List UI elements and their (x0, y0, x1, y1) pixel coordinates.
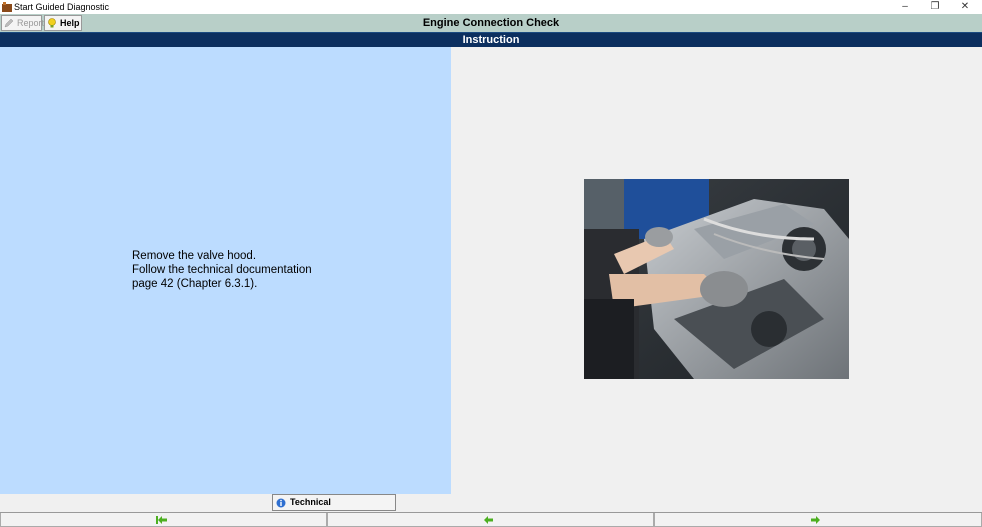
next-step-button[interactable] (654, 513, 982, 527)
window-titlebar: Start Guided Diagnostic – ❐ ✕ (0, 0, 982, 14)
image-panel (451, 47, 982, 494)
first-arrow-icon (156, 516, 167, 524)
minimize-icon[interactable]: – (890, 0, 920, 14)
help-button[interactable]: Help (44, 15, 82, 31)
lightbulb-icon (48, 18, 56, 28)
info-icon (276, 498, 286, 508)
left-arrow-icon (484, 516, 493, 524)
right-arrow-icon (811, 516, 820, 524)
technical-documentation-button[interactable]: Technical Documentation (272, 494, 396, 522)
restore-icon[interactable]: ❐ (920, 0, 950, 14)
help-button-label: Help (60, 18, 80, 28)
report-button-label: Report (17, 18, 45, 28)
instruction-panel: Remove the valve hood. Follow the techni… (0, 47, 451, 494)
instruction-text: Remove the valve hood. Follow the techni… (132, 250, 312, 290)
toolbar: Report Help (0, 14, 982, 32)
section-title: Instruction (0, 32, 982, 47)
app-icon (2, 2, 12, 12)
first-step-button[interactable] (0, 513, 327, 527)
engine-photo (584, 179, 849, 379)
previous-step-button[interactable] (327, 513, 654, 527)
navigation-bar (0, 512, 982, 527)
pencil-icon (4, 18, 14, 28)
report-button[interactable]: Report (1, 15, 45, 31)
close-icon[interactable]: ✕ (950, 0, 980, 14)
window-title: Start Guided Diagnostic (14, 2, 110, 12)
